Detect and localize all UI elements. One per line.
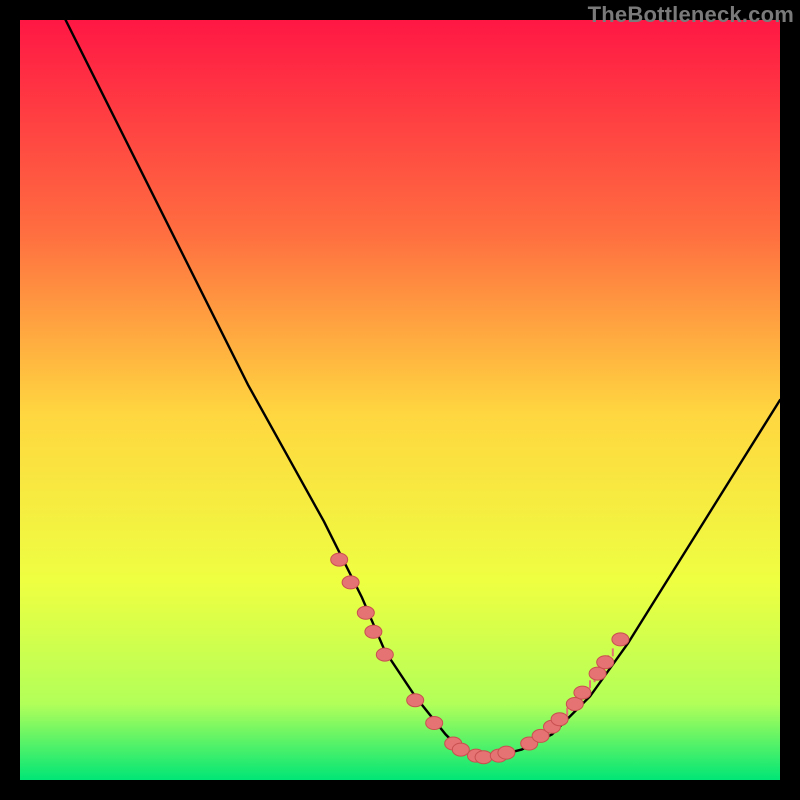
data-marker bbox=[498, 746, 515, 759]
data-marker bbox=[376, 648, 393, 661]
data-marker bbox=[597, 656, 614, 669]
data-marker bbox=[365, 625, 382, 638]
data-marker bbox=[452, 743, 469, 756]
gradient-background bbox=[20, 20, 780, 780]
data-marker bbox=[574, 686, 591, 699]
watermark-text: TheBottleneck.com bbox=[588, 2, 794, 28]
chart-frame bbox=[20, 20, 780, 780]
data-marker bbox=[342, 576, 359, 589]
data-marker bbox=[612, 633, 629, 646]
data-marker bbox=[475, 751, 492, 764]
data-marker bbox=[407, 694, 424, 707]
bottleneck-chart bbox=[20, 20, 780, 780]
data-marker bbox=[426, 717, 443, 730]
data-marker bbox=[331, 553, 348, 566]
data-marker bbox=[357, 606, 374, 619]
data-marker bbox=[551, 713, 568, 726]
